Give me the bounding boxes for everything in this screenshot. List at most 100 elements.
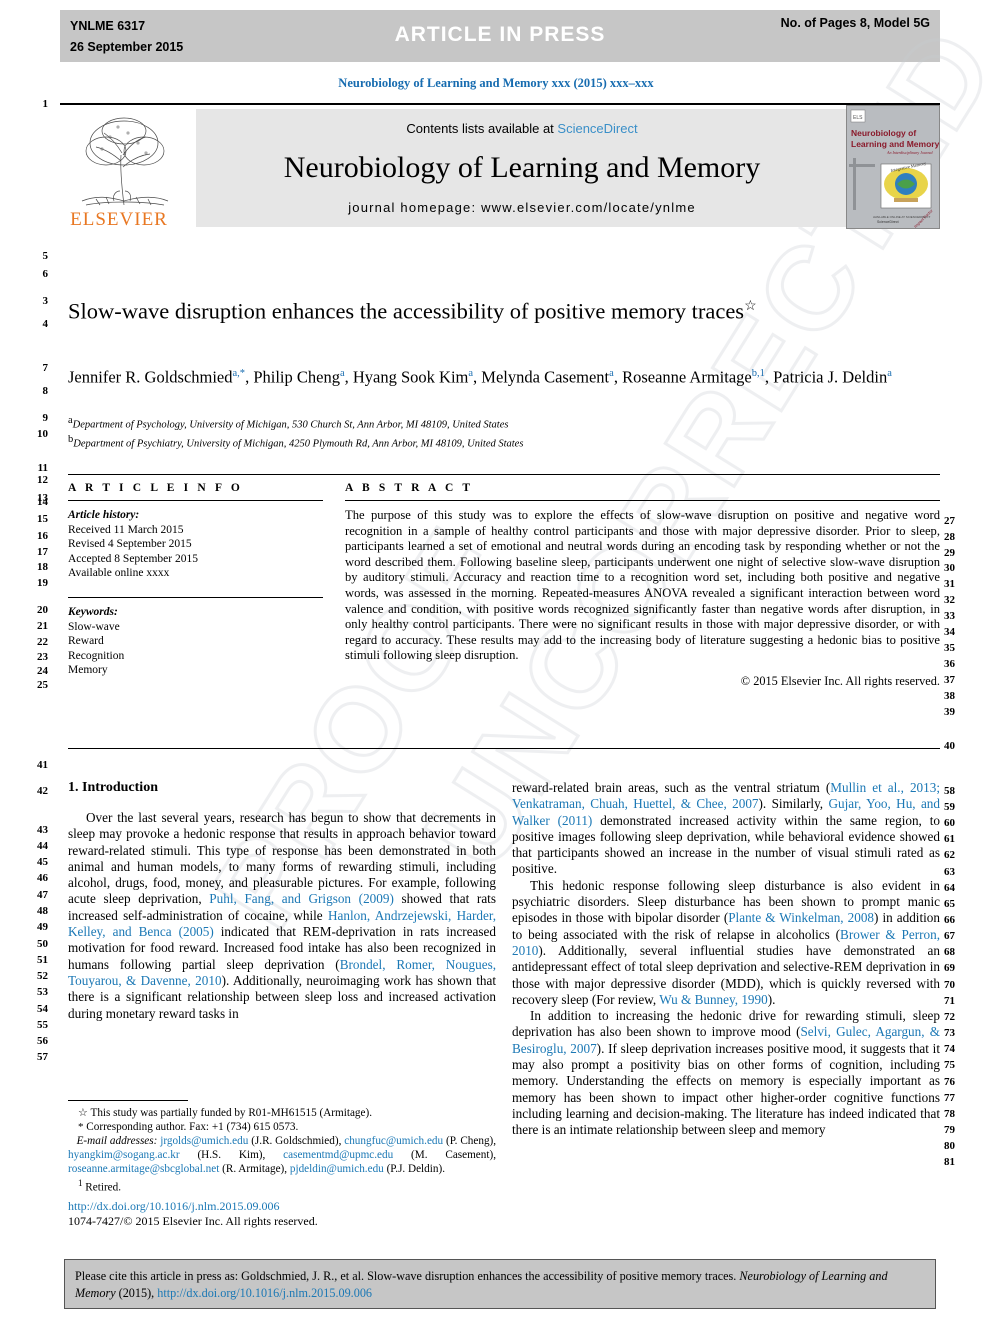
citation-puhl[interactable]: Puhl, Fang, and Grigson (2009) [209, 891, 394, 906]
email-link[interactable]: roseanne.armitage@sbcglobal.net [68, 1163, 219, 1175]
article-in-press-header: YNLME 6317 26 September 2015 ARTICLE IN … [60, 10, 940, 62]
article-history-block: Article history: Received 11 March 2015 … [68, 508, 323, 581]
author-name: Hyang Sook Kim [352, 367, 469, 387]
email-link[interactable]: chungfuc@umich.edu [344, 1135, 443, 1147]
footnote-mark-funding: ☆ [78, 1107, 88, 1119]
line-number: 27 [944, 515, 955, 527]
author-name: Philip Cheng [253, 367, 340, 387]
line-number: 39 [944, 706, 955, 718]
line-number: 20 [37, 604, 48, 616]
author-affil-mark[interactable]: a [340, 368, 345, 379]
line-number: 18 [37, 561, 48, 573]
line-number: 17 [37, 546, 48, 558]
svg-text:An Interdisciplinary Journal: An Interdisciplinary Journal [886, 150, 934, 155]
line-number: 48 [37, 905, 48, 917]
author-name: Jennifer R. Goldschmied [68, 367, 233, 387]
history-item: Received 11 March 2015 [68, 523, 184, 536]
email-link[interactable]: pjdeldin@umich.edu [290, 1163, 384, 1175]
line-number: 41 [37, 759, 48, 771]
keywords-rule [68, 596, 323, 598]
line-number: 1 [42, 98, 49, 110]
line-number: 34 [944, 626, 955, 638]
body-column-right: reward-related brain areas, such as the … [512, 780, 940, 1139]
line-number: 56 [37, 1035, 48, 1047]
author-name: Melynda Casement [481, 367, 610, 387]
journal-title: Neurobiology of Learning and Memory [283, 151, 761, 184]
cite-this-article-text: Please cite this article in press as: Go… [65, 1260, 935, 1302]
masthead-grey-panel: Contents lists available at ScienceDirec… [196, 109, 848, 227]
para-text: ). [767, 991, 776, 1007]
line-number: 28 [944, 531, 955, 543]
history-item: Available online xxxx [68, 567, 170, 580]
line-number: 31 [944, 578, 955, 590]
article-info-rule [68, 500, 323, 501]
keyword-item: Slow-wave [68, 620, 120, 633]
line-number: 70 [944, 979, 955, 991]
info-section-top-rule [68, 474, 940, 475]
line-number: 40 [944, 740, 955, 752]
line-number: 36 [944, 658, 955, 670]
author-list: Jennifer R. Goldschmieda,*, Philip Cheng… [68, 367, 892, 387]
line-number: 60 [944, 817, 955, 829]
intro-paragraph-3: In addition to increasing the hedonic dr… [512, 1008, 940, 1138]
line-number: 67 [944, 930, 955, 942]
line-number: 38 [944, 690, 955, 702]
line-number: 4 [42, 318, 49, 330]
footnote-corresponding-text: Corresponding author. Fax: +1 (734) 615 … [86, 1121, 299, 1133]
line-number: 23 [37, 651, 48, 663]
affiliation-item: aDepartment of Psychology, University of… [68, 414, 938, 433]
line-number: 62 [944, 849, 955, 861]
svg-text:Neurobiology of: Neurobiology of [851, 128, 916, 138]
doi-link[interactable]: http://dx.doi.org/10.1016/j.nlm.2015.09.… [68, 1199, 496, 1214]
email-owner: (M. Casement) [411, 1149, 494, 1161]
line-number: 66 [944, 914, 955, 926]
citation-plante[interactable]: Plante & Winkelman, 2008 [728, 910, 874, 925]
line-number: 45 [37, 856, 48, 868]
author-affil-mark[interactable]: a [609, 368, 614, 379]
masthead-top-rule [60, 103, 940, 105]
journal-cover-thumbnail: ELS Neurobiology of Learning and Memory … [846, 105, 940, 229]
email-link[interactable]: jrgolds@umich.edu [160, 1135, 248, 1147]
author-affil-mark[interactable]: a [887, 368, 892, 379]
author-affil-mark[interactable]: b,1 [752, 368, 765, 379]
line-number: 44 [37, 840, 48, 852]
email-link[interactable]: hyangkim@sogang.ac.kr [68, 1149, 180, 1161]
footnotes-block: ☆ This study was partially funded by R01… [68, 1100, 496, 1195]
line-number: 6 [42, 268, 49, 280]
email-addresses-label: E-mail addresses: [76, 1135, 158, 1147]
line-number: 19 [37, 577, 48, 589]
line-number: 61 [944, 833, 955, 845]
sciencedirect-link[interactable]: ScienceDirect [557, 121, 637, 136]
line-number: 32 [944, 594, 955, 606]
email-link[interactable]: casementmd@upmc.edu [283, 1149, 393, 1161]
line-number: 8 [42, 385, 49, 397]
line-number: 37 [944, 674, 955, 686]
line-number: 21 [37, 620, 48, 632]
citation-wu[interactable]: Wu & Bunney, 1990 [659, 992, 768, 1007]
footnote-emails: E-mail addresses: jrgolds@umich.edu (J.R… [68, 1135, 497, 1175]
title-footnote-mark[interactable]: ☆ [744, 299, 757, 314]
journal-homepage-line[interactable]: journal homepage: www.elsevier.com/locat… [196, 200, 848, 215]
author-affil-mark[interactable]: a [468, 368, 473, 379]
line-number: 10 [37, 428, 48, 440]
footnote-retired-text: Retired. [85, 1181, 122, 1194]
author-affil-mark[interactable]: a,* [233, 368, 246, 379]
line-number: 50 [37, 938, 48, 950]
contents-available-line: Contents lists available at ScienceDirec… [196, 121, 848, 136]
cite-doi-link[interactable]: http://dx.doi.org/10.1016/j.nlm.2015.09.… [157, 1286, 372, 1300]
line-number: 35 [944, 642, 955, 654]
line-number: 25 [37, 679, 48, 691]
history-item: Accepted 8 September 2015 [68, 552, 198, 565]
line-number: 77 [944, 1092, 955, 1104]
line-number: 63 [944, 866, 955, 878]
abstract-heading: A B S T R A C T [345, 482, 474, 494]
line-number: 9 [42, 412, 49, 424]
line-number: 11 [37, 462, 48, 474]
line-number: 80 [944, 1140, 955, 1152]
abstract-rule [345, 500, 940, 501]
pages-model-label: No. of Pages 8, Model 5G [780, 16, 930, 30]
email-owner: (P.J. Deldin) [386, 1163, 443, 1175]
line-number: 22 [37, 636, 48, 648]
line-number: 71 [944, 995, 955, 1007]
abstract-column: A B S T R A C T The purpose of this stud… [345, 482, 940, 689]
